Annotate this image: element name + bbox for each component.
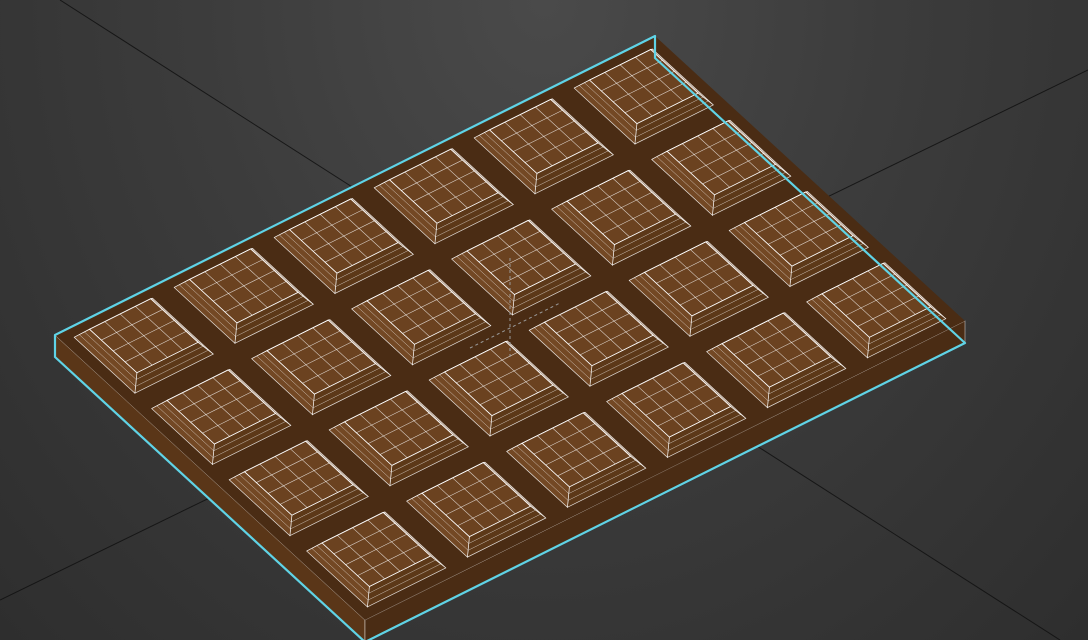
viewport-scene[interactable] [0,0,1088,640]
3d-viewport[interactable] [0,0,1088,640]
